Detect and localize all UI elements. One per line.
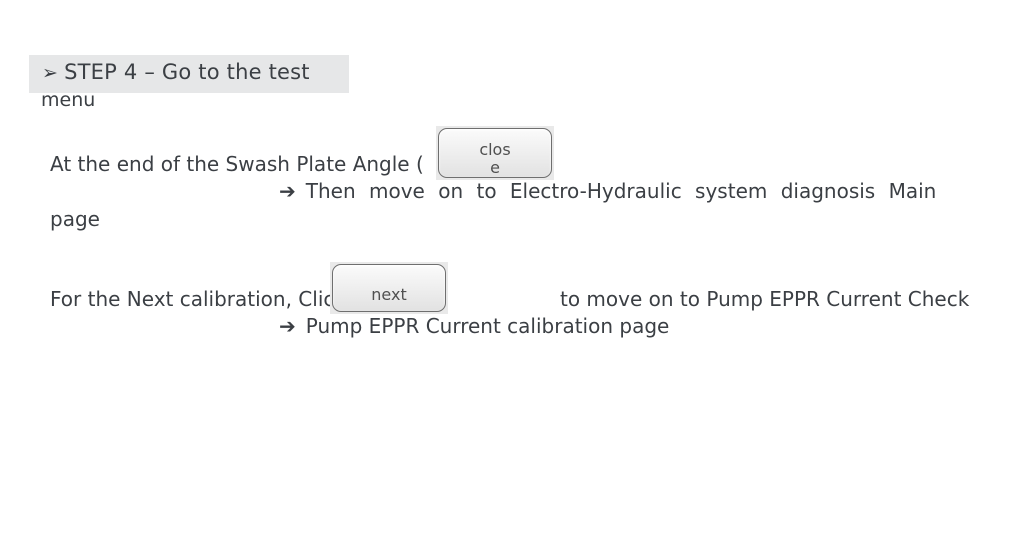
then-move-instruction: ➔ Then move on to Electro-Hydraulic syste… (279, 179, 936, 203)
next-calibration-instruction: For the Next calibration, Click (50, 287, 346, 311)
close-button[interactable]: close (438, 128, 552, 178)
then-move-text: Then move on to Electro-Hydraulic system… (305, 179, 937, 203)
step-heading: ➢ STEP 4 – Go to the test (42, 60, 310, 84)
next-button[interactable]: next (332, 264, 446, 312)
swash-plate-instruction: At the end of the Swash Plate Angle ( (50, 152, 424, 176)
step-heading-continuation: menu (41, 89, 96, 111)
next-calibration-instruction-tail: to move on to Pump EPPR Current Check (560, 287, 970, 311)
arrowhead-bullet-icon: ➢ (42, 62, 59, 84)
close-button-frame: close (436, 126, 554, 180)
eppr-page-instruction: ➔ Pump EPPR Current calibration page (279, 314, 669, 338)
right-arrow-icon: ➔ (279, 314, 296, 338)
then-move-continuation: page (50, 207, 100, 231)
eppr-page-text: Pump EPPR Current calibration page (305, 314, 670, 338)
step-heading-text: STEP 4 – Go to the test (64, 60, 310, 84)
next-button-frame: next (330, 262, 448, 314)
right-arrow-icon: ➔ (279, 179, 296, 203)
